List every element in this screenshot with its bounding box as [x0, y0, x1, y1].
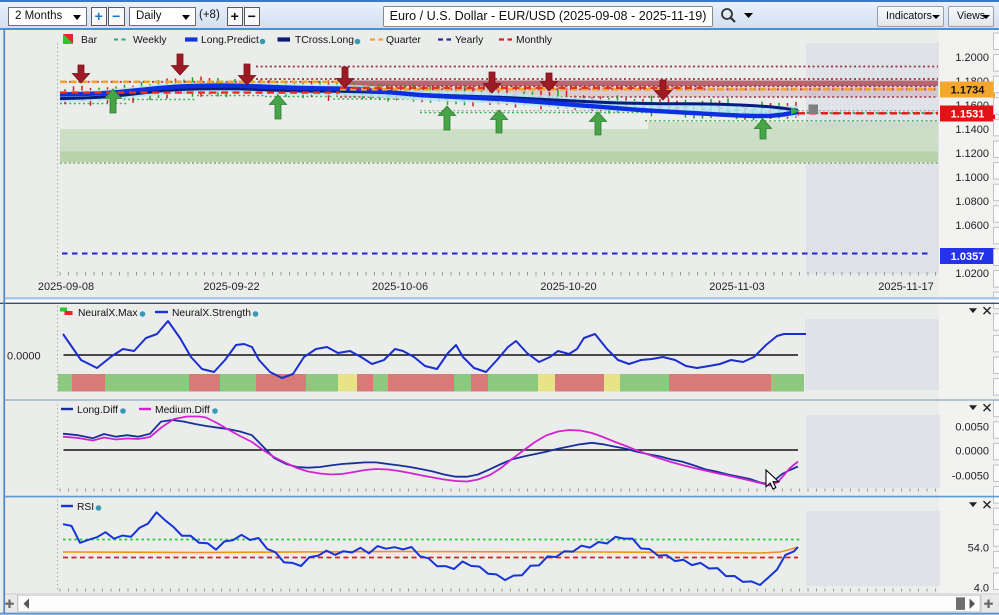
svg-text:54.0: 54.0: [968, 542, 989, 554]
svg-text:2025-09-08: 2025-09-08: [38, 281, 94, 293]
svg-text:Medium.Diff: Medium.Diff: [155, 405, 210, 416]
svg-text:1.1400: 1.1400: [955, 124, 989, 136]
svg-text:Quarter: Quarter: [386, 35, 421, 46]
svg-text:1.1200: 1.1200: [955, 148, 989, 160]
svg-text:2025-09-22: 2025-09-22: [203, 281, 259, 293]
svg-text:Bar: Bar: [81, 35, 98, 46]
svg-text:0.0000: 0.0000: [955, 445, 989, 457]
svg-text:Yearly: Yearly: [455, 35, 484, 46]
svg-text:2025-10-06: 2025-10-06: [372, 281, 428, 293]
svg-text:RSI: RSI: [77, 502, 94, 513]
svg-text:1.0800: 1.0800: [955, 196, 989, 208]
svg-text:0.0050: 0.0050: [955, 421, 989, 433]
svg-text:TCross.Long: TCross.Long: [295, 35, 354, 46]
svg-text:0.0000: 0.0000: [7, 351, 41, 363]
svg-text:NeuralX.Strength: NeuralX.Strength: [172, 308, 251, 319]
svg-text:4.0: 4.0: [974, 583, 989, 595]
svg-text:1.2000: 1.2000: [955, 52, 989, 64]
svg-text:2025-10-20: 2025-10-20: [540, 281, 596, 293]
svg-text:1.1531: 1.1531: [951, 109, 985, 121]
svg-text:NeuralX.Max: NeuralX.Max: [78, 308, 138, 319]
svg-text:Weekly: Weekly: [133, 35, 167, 46]
svg-text:1.0357: 1.0357: [951, 251, 985, 263]
svg-text:1.0600: 1.0600: [955, 220, 989, 232]
svg-text:1.1000: 1.1000: [955, 172, 989, 184]
svg-text:-0.0050: -0.0050: [952, 471, 989, 483]
svg-text:Monthly: Monthly: [516, 35, 553, 46]
svg-text:1.1734: 1.1734: [951, 85, 986, 97]
svg-text:2025-11-03: 2025-11-03: [709, 281, 764, 293]
svg-text:Long.Predict: Long.Predict: [201, 35, 259, 46]
svg-text:1.0200: 1.0200: [955, 268, 989, 280]
svg-text:2025-11-17: 2025-11-17: [878, 281, 933, 293]
svg-text:Long.Diff: Long.Diff: [77, 405, 118, 416]
